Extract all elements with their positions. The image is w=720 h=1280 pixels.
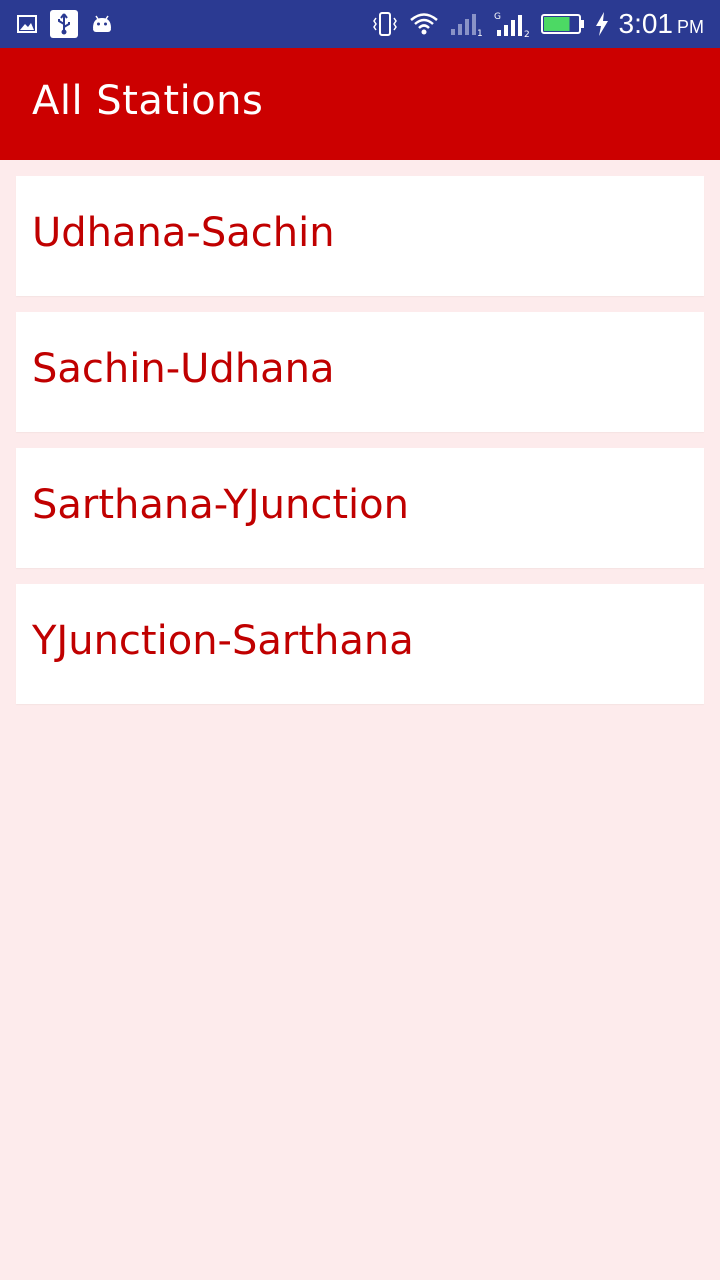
signal-sim1-icon: 1 bbox=[449, 11, 483, 37]
android-icon bbox=[90, 12, 114, 36]
vibrate-icon bbox=[371, 11, 399, 37]
charging-icon bbox=[595, 11, 609, 37]
svg-text:G: G bbox=[494, 12, 501, 22]
page-title: All Stations bbox=[32, 78, 264, 124]
clock-time: 3:01 bbox=[618, 8, 674, 39]
station-item-udhana-sachin[interactable]: Udhana-Sachin bbox=[16, 176, 704, 296]
app-bar: All Stations bbox=[0, 48, 720, 160]
status-right-icons: 1 G2 3:01 PM bbox=[371, 6, 705, 42]
station-label: YJunction-Sarthana bbox=[32, 618, 414, 664]
svg-text:1: 1 bbox=[477, 29, 483, 37]
status-left-icons bbox=[16, 10, 114, 38]
station-label: Sachin-Udhana bbox=[32, 346, 335, 392]
station-item-sarthana-yjunction[interactable]: Sarthana-YJunction bbox=[16, 448, 704, 568]
station-label: Udhana-Sachin bbox=[32, 210, 335, 256]
station-item-yjunction-sarthana[interactable]: YJunction-Sarthana bbox=[16, 584, 704, 704]
signal-sim2-icon: G2 bbox=[493, 10, 531, 38]
image-icon bbox=[16, 13, 38, 35]
station-item-sachin-udhana[interactable]: Sachin-Udhana bbox=[16, 312, 704, 432]
station-list: Udhana-Sachin Sachin-Udhana Sarthana-YJu… bbox=[16, 176, 704, 720]
station-label: Sarthana-YJunction bbox=[32, 482, 409, 528]
battery-icon bbox=[540, 13, 585, 35]
clock: 3:01 PM bbox=[619, 8, 705, 40]
wifi-icon bbox=[409, 12, 439, 36]
usb-icon bbox=[50, 10, 78, 38]
clock-ampm: PM bbox=[677, 17, 704, 37]
svg-text:2: 2 bbox=[524, 30, 530, 38]
status-bar: 1 G2 3:01 PM bbox=[0, 0, 720, 48]
